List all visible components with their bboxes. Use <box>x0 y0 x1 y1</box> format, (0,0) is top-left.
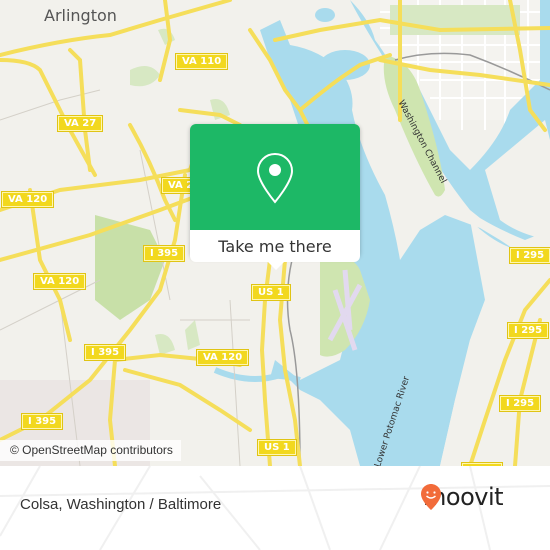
popup-header <box>190 124 360 230</box>
road-shield-i295: I 295 <box>510 248 550 263</box>
place-label-arlington: Arlington <box>44 6 117 25</box>
moovit-logo[interactable]: moovit <box>420 483 504 511</box>
road-shield-us1: US 1 <box>258 440 296 455</box>
road-shield-va120: VA 120 <box>2 192 54 207</box>
location-popup: Take me there <box>190 124 360 270</box>
road-shield-i295: I 295 <box>508 323 549 338</box>
road-shield-va120: VA 120 <box>197 350 249 365</box>
map-view[interactable]: Arlington VA 110 VA 27 VA 2 VA 120 VA 12… <box>0 0 550 466</box>
location-title: Colsa, Washington / Baltimore <box>20 496 222 513</box>
take-me-there-button[interactable]: Take me there <box>190 230 360 262</box>
road-shield-i295: I 295 <box>500 396 541 411</box>
road-shield-va110: VA 110 <box>176 54 228 69</box>
popup-arrow <box>268 262 284 270</box>
road-shield-i395: I 395 <box>22 414 63 429</box>
footer: Colsa, Washington / Baltimore moovit <box>0 466 550 550</box>
road-shield-va27: VA 27 <box>58 116 103 131</box>
road-shield-va120: VA 120 <box>34 274 86 289</box>
road-shield-us1: US 1 <box>252 285 290 300</box>
road-shield-i395: I 395 <box>144 246 185 261</box>
map-attribution[interactable]: © OpenStreetMap contributors <box>0 440 181 461</box>
road-shield-i395: I 395 <box>85 345 126 360</box>
